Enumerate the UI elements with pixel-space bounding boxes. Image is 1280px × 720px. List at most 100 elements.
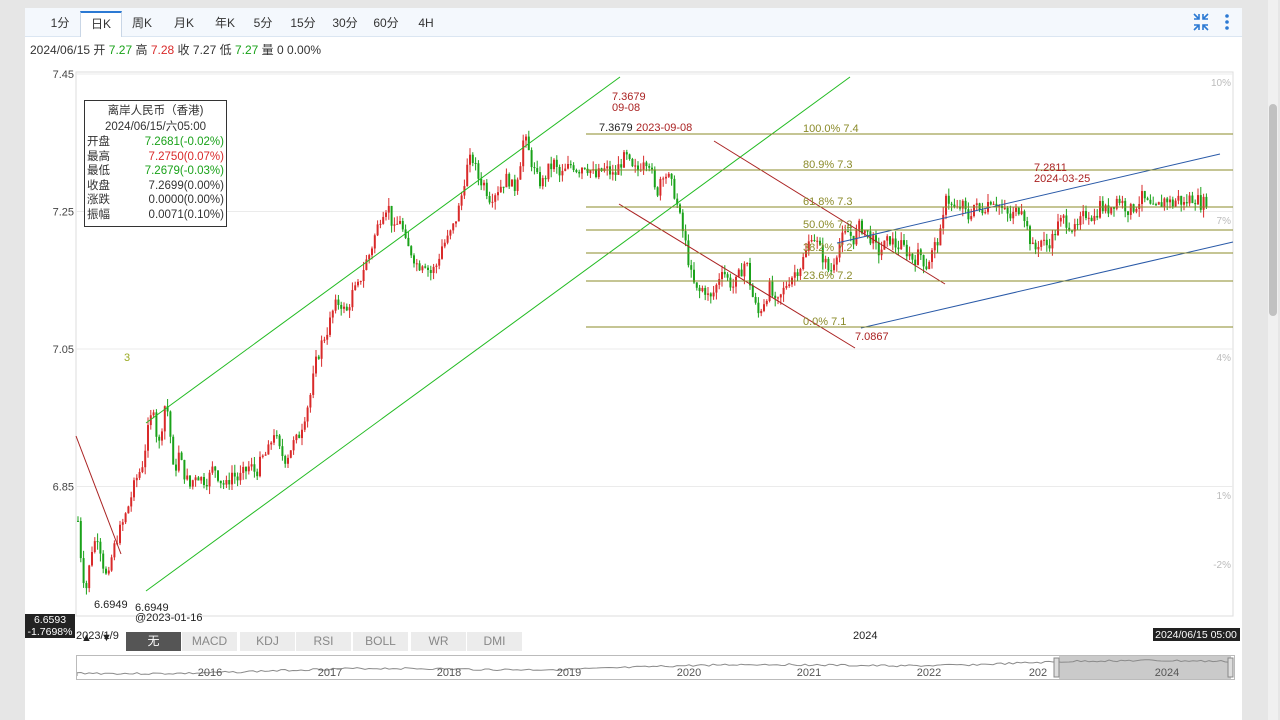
right-pct-label: 1% xyxy=(1217,491,1232,502)
tab-7[interactable]: 30分 xyxy=(327,12,363,34)
candle-body xyxy=(427,267,429,270)
arrow-down-icon[interactable]: ▼ xyxy=(101,632,112,644)
candle-body xyxy=(253,464,256,472)
tab-1[interactable]: 日K xyxy=(80,11,122,37)
candle-body xyxy=(931,250,933,262)
candle-body xyxy=(82,558,85,584)
candle-body xyxy=(519,166,522,180)
candle-body xyxy=(287,457,289,464)
candle-body xyxy=(1188,195,1191,204)
tab-5[interactable]: 5分 xyxy=(249,12,277,34)
candle-body xyxy=(1160,202,1163,207)
indicator-tab-2[interactable]: KDJ xyxy=(240,632,296,651)
candle-body xyxy=(1141,191,1143,205)
candle-body xyxy=(138,472,141,478)
candle-body xyxy=(522,140,525,167)
candle-body xyxy=(925,266,928,270)
shrink-arrows-icon[interactable] xyxy=(1191,11,1211,33)
tab-8[interactable]: 60分 xyxy=(367,12,405,34)
candle-body xyxy=(737,269,740,277)
page-scrollbar[interactable] xyxy=(1268,0,1278,720)
tooltip-row-label: 最高 xyxy=(87,150,110,163)
candle-body xyxy=(883,240,886,250)
candle-body xyxy=(77,520,79,522)
candle-body xyxy=(457,205,460,222)
candle-body xyxy=(88,565,91,589)
candle-body xyxy=(746,262,749,264)
time-navigator[interactable]: 2016 2017 2018 2019 2020 2021 2022 202 2024 xyxy=(76,655,1235,680)
candle-body xyxy=(533,167,536,169)
candle-body xyxy=(950,203,953,205)
candle-body xyxy=(945,195,947,215)
candle-body xyxy=(1093,215,1096,221)
candle-body xyxy=(488,196,491,203)
indicator-tab-5[interactable]: WR xyxy=(411,632,467,651)
candle-body xyxy=(418,263,421,271)
tooltip-row-label: 最低 xyxy=(87,165,110,177)
candle-body xyxy=(1029,226,1031,245)
fib-label: 23.6% 7.2 xyxy=(803,270,853,282)
candle-body xyxy=(1146,198,1149,200)
navigator-year: 2022 xyxy=(917,667,941,679)
indicator-tab-6[interactable]: DMI xyxy=(467,632,523,651)
candle-body xyxy=(480,178,483,186)
info-low: 7.27 xyxy=(234,43,259,57)
vertical-dots-icon[interactable] xyxy=(1217,11,1237,33)
candle-body xyxy=(553,159,555,170)
candle-body xyxy=(634,165,637,167)
candle-body xyxy=(1185,202,1188,204)
candle-body xyxy=(1174,200,1177,207)
candle-body xyxy=(614,172,617,175)
candle-body xyxy=(1199,195,1202,210)
candle-body xyxy=(911,253,914,260)
candle-body xyxy=(1037,246,1040,250)
tab-6[interactable]: 15分 xyxy=(287,12,319,34)
indicator-tab-3[interactable]: RSI xyxy=(296,632,352,651)
tooltip-datetime: 2024/06/15/六05:00 xyxy=(104,121,207,133)
candle-body xyxy=(681,212,684,232)
tooltip-row-value: 7.2750(0.07%) xyxy=(148,150,224,163)
annotation-trough: 7.0867 xyxy=(855,331,889,343)
indicator-tab-4[interactable]: BOLL xyxy=(353,632,409,651)
candle-body xyxy=(1009,213,1012,219)
tab-9[interactable]: 4H xyxy=(413,12,439,34)
candle-body xyxy=(701,288,704,292)
candle-body xyxy=(214,466,217,471)
indicator-tab-1[interactable]: MACD xyxy=(182,632,238,651)
tab-4[interactable]: 年K xyxy=(206,12,244,34)
candle-body xyxy=(455,221,457,224)
candle-body xyxy=(642,162,645,170)
candle-body xyxy=(690,265,693,270)
candle-body xyxy=(1177,195,1180,201)
candle-body xyxy=(180,452,183,460)
candle-body xyxy=(191,480,194,487)
candle-body xyxy=(1157,202,1160,205)
plot-area xyxy=(75,71,1234,617)
candle-body xyxy=(743,263,746,277)
chart-window: 1分 日K 周K 月K 年K 5分 15分 30分 60分 4H 2024/06/15 开 7.2… xyxy=(25,8,1242,720)
tab-2[interactable]: 周K xyxy=(124,12,160,34)
candle-body xyxy=(491,201,494,203)
candle-body xyxy=(119,524,121,544)
scrollbar-thumb[interactable] xyxy=(1269,104,1277,316)
navigator-year: 2017 xyxy=(318,667,342,679)
candle-body xyxy=(1124,200,1127,212)
tab-3[interactable]: 月K xyxy=(166,12,202,34)
candle-body xyxy=(340,304,343,309)
tab-0[interactable]: 1分 xyxy=(43,12,77,34)
candle-body xyxy=(704,288,707,295)
candle-body xyxy=(777,297,779,299)
navigator-year: 202 xyxy=(1029,667,1047,679)
candle-body xyxy=(581,167,583,174)
info-close-label: 收 xyxy=(177,43,190,57)
candle-body xyxy=(525,136,527,141)
candle-body xyxy=(1205,196,1208,207)
info-date: 2024/06/15 xyxy=(30,43,91,57)
info-high-label: 高 xyxy=(135,43,148,57)
navigator-handle-left xyxy=(1053,657,1060,678)
candle-body xyxy=(1129,204,1132,215)
indicator-tab-0[interactable]: 无 xyxy=(126,632,182,651)
arrow-up-icon[interactable]: ▲ xyxy=(81,632,92,644)
candle-body xyxy=(354,285,357,291)
candle-body xyxy=(497,192,499,196)
